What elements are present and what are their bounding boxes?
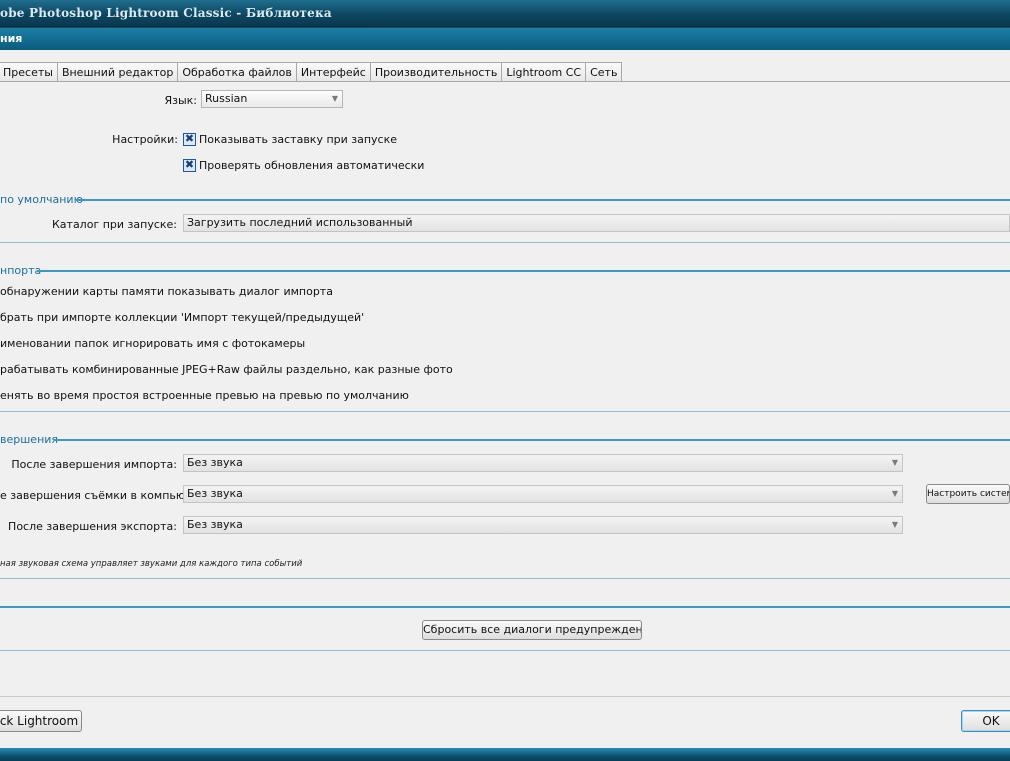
export-sound-label: После завершения экспорта: bbox=[8, 520, 177, 533]
settings-label: Настройки: bbox=[112, 133, 178, 146]
tab-lightroom-cc[interactable]: Lightroom CC bbox=[501, 62, 587, 82]
group-separator bbox=[0, 242, 1010, 243]
group-separator bbox=[0, 411, 1010, 412]
chevron-down-icon: ▼ bbox=[891, 489, 898, 498]
import-option-select-collection[interactable]: брать при импорте коллекции 'Импорт теку… bbox=[0, 311, 364, 324]
dialog-title: ния bbox=[0, 32, 23, 45]
group-divider bbox=[0, 606, 1010, 608]
chevron-down-icon: ▼ bbox=[331, 94, 338, 103]
import-sound-label: После завершения импорта: bbox=[11, 458, 177, 471]
tab-interface[interactable]: Интерфейс bbox=[295, 62, 371, 82]
language-select[interactable]: Russian ▼ bbox=[201, 90, 343, 108]
chevron-down-icon: ▼ bbox=[891, 458, 898, 467]
tab-network[interactable]: Сеть bbox=[585, 62, 623, 82]
show-splash-label: Показывать заставку при запуске bbox=[199, 133, 398, 146]
startup-catalog-value: Загрузить последний использованный bbox=[187, 216, 413, 229]
language-value: Russian bbox=[205, 92, 248, 105]
footer-separator bbox=[0, 696, 1010, 697]
startup-catalog-label: Каталог при запуске: bbox=[51, 218, 177, 231]
go-to-lightroom-button[interactable]: ck Lightroom bbox=[0, 710, 82, 732]
completion-sounds-group-title: вершения bbox=[0, 433, 59, 446]
tab-presets[interactable]: Пресеты bbox=[0, 62, 58, 82]
chevron-down-icon: ▼ bbox=[891, 520, 898, 529]
group-divider bbox=[54, 439, 1010, 441]
check-icon: ✖ bbox=[184, 132, 195, 145]
check-icon: ✖ bbox=[184, 158, 195, 171]
window-bottom-frame bbox=[0, 748, 1010, 761]
group-separator bbox=[0, 578, 1010, 579]
preferences-dialog: Пресеты Внешний редактор Обработка файло… bbox=[0, 50, 1010, 748]
startup-catalog-select[interactable]: Загрузить последний использованный bbox=[183, 214, 1010, 232]
window-title-bar: obe Photoshop Lightroom Classic - Библио… bbox=[0, 0, 1010, 27]
default-catalog-group-title: по умолчанию bbox=[0, 193, 83, 206]
dialog-title-bar: ния bbox=[0, 28, 1010, 50]
tether-sound-value: Без звука bbox=[187, 487, 243, 500]
tether-sound-select[interactable]: Без звука ▼ bbox=[183, 485, 903, 503]
import-options-group-title: нпорта bbox=[0, 264, 42, 277]
import-option-show-dialog[interactable]: обнаружении карты памяти показывать диал… bbox=[0, 285, 333, 298]
group-divider bbox=[76, 199, 1010, 201]
ok-button[interactable]: OK bbox=[961, 710, 1010, 732]
check-updates-checkbox[interactable]: ✖ bbox=[183, 158, 196, 172]
import-option-ignore-camera-names[interactable]: именовании папок игнорировать имя с фото… bbox=[0, 337, 305, 350]
export-sound-value: Без звука bbox=[187, 518, 243, 531]
window-title: obe Photoshop Lightroom Classic - Библио… bbox=[0, 6, 332, 20]
tether-sound-label: е завершения съёмки в компьютер: bbox=[0, 489, 209, 502]
import-option-jpeg-raw-separate[interactable]: рабатывать комбинированные JPEG+Raw файл… bbox=[0, 363, 453, 376]
tab-external-editor[interactable]: Внешний редактор bbox=[56, 62, 179, 82]
import-sound-select[interactable]: Без звука ▼ bbox=[183, 454, 903, 472]
group-separator bbox=[0, 650, 1010, 651]
sound-scheme-note: ная звуковая схема управляет звуками для… bbox=[0, 559, 303, 569]
tab-file-handling[interactable]: Обработка файлов bbox=[177, 62, 297, 82]
reset-warning-dialogs-button[interactable]: Сбросить все диалоги предупреждения bbox=[422, 620, 642, 640]
configure-system-sounds-button[interactable]: Настроить систем bbox=[926, 484, 1010, 504]
group-divider bbox=[37, 270, 1010, 272]
tab-strip: Пресеты Внешний редактор Обработка файло… bbox=[0, 62, 623, 82]
tab-performance[interactable]: Производительность bbox=[369, 62, 503, 82]
language-label: Язык: bbox=[164, 94, 197, 107]
show-splash-checkbox[interactable]: ✖ bbox=[183, 132, 196, 146]
import-option-replace-previews[interactable]: енять во время простоя встроенные превью… bbox=[0, 389, 409, 402]
import-sound-value: Без звука bbox=[187, 456, 243, 469]
check-updates-label: Проверять обновления автоматически bbox=[199, 159, 425, 172]
tab-panel-border bbox=[0, 81, 1010, 82]
export-sound-select[interactable]: Без звука ▼ bbox=[183, 516, 903, 534]
